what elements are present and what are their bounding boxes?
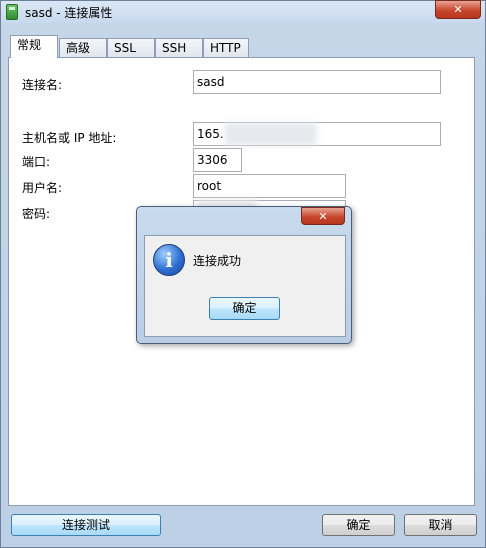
ok-button[interactable]: 确定 (322, 514, 395, 536)
username-input[interactable]: root (193, 174, 346, 198)
tab-general[interactable]: 常规 (10, 35, 58, 58)
dialog-message: 连接成功 (193, 254, 242, 268)
title-bar: sasd - 连接属性 ✕ (1, 0, 485, 23)
connection-name-label: 连接名: (22, 78, 63, 92)
password-label: 密码: (22, 207, 51, 221)
database-icon (6, 4, 18, 20)
cancel-button[interactable]: 取消 (404, 514, 477, 536)
tab-http[interactable]: HTTP (203, 38, 249, 58)
dialog-ok-button[interactable]: 确定 (209, 297, 280, 320)
tab-ssh[interactable]: SSH (155, 38, 203, 58)
tab-advanced[interactable]: 高级 (59, 38, 107, 58)
window-title: sasd - 连接属性 (25, 6, 113, 20)
connection-name-input[interactable]: sasd (193, 70, 441, 94)
port-label: 端口: (22, 155, 51, 169)
username-label: 用户名: (22, 181, 63, 195)
port-input[interactable]: 3306 (193, 148, 242, 172)
tab-ssl[interactable]: SSL (107, 38, 155, 58)
window-close-button[interactable]: ✕ (435, 0, 481, 19)
host-label: 主机名或 IP 地址: (22, 131, 117, 145)
info-icon: i (153, 244, 185, 276)
connection-properties-window: sasd - 连接属性 ✕ 常规 高级 SSL SSH HTTP 连接名: sa… (0, 0, 486, 548)
dialog-body: i 连接成功 确定 (144, 235, 346, 337)
host-redaction (225, 123, 317, 145)
success-dialog: ✕ i 连接成功 确定 (136, 206, 352, 344)
dialog-close-button[interactable]: ✕ (301, 207, 345, 225)
test-connection-button[interactable]: 连接测试 (11, 514, 161, 536)
